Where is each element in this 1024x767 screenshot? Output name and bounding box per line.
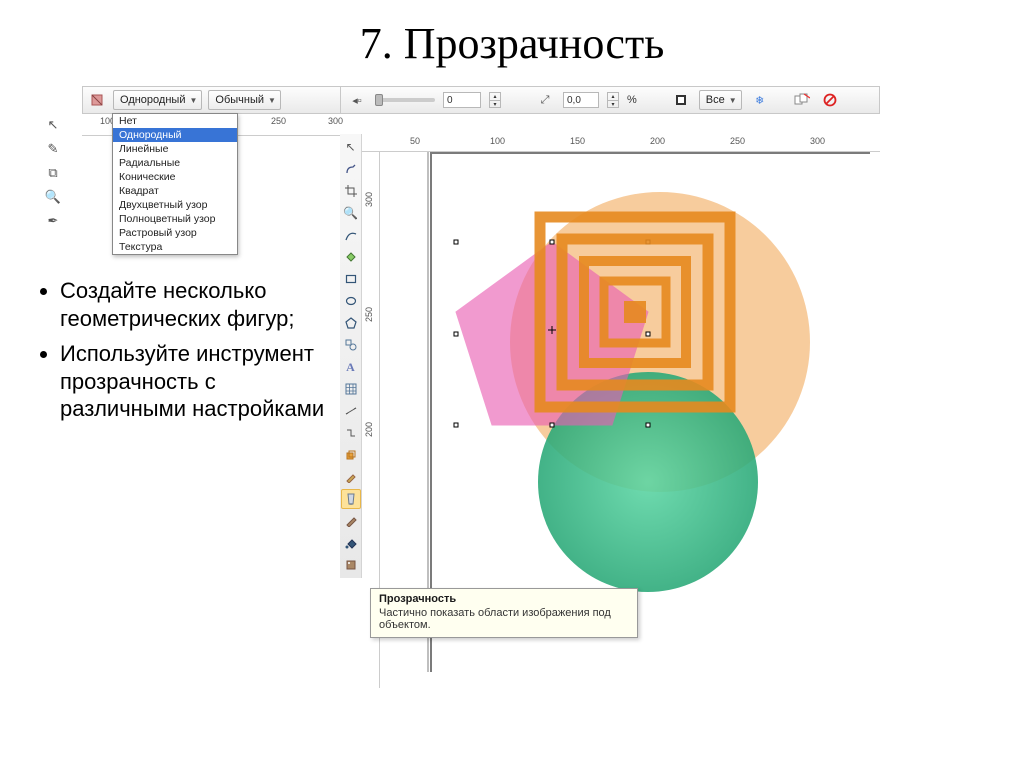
dropdown-label: Обычный (215, 94, 264, 106)
property-bar-right: ◂▫ 0 ▴▾ ⤢ 0,0 ▴▾ % Все ▼ ❄ (340, 86, 880, 114)
start-transparency-icon[interactable]: ◂▫ (347, 90, 367, 110)
polygon-icon[interactable] (341, 313, 361, 333)
ruler-horizontal: 50 100 150 200 250 300 (362, 134, 880, 152)
freehand-icon[interactable] (341, 225, 361, 245)
ellipse-icon[interactable] (341, 291, 361, 311)
coord-input[interactable]: 0,0 (563, 92, 599, 108)
pick-icon[interactable]: ↖ (341, 137, 361, 157)
transparency-type-dropdown[interactable]: Однородный ▼ (113, 90, 202, 110)
app-screenshot-top: Однородный ▼ Обычный ▼ Нет Однородный Ли… (82, 86, 342, 261)
dd-option-texture[interactable]: Текстура (113, 240, 237, 254)
apply-to-label: Все (706, 94, 725, 106)
rectangle-icon[interactable] (341, 269, 361, 289)
basic-shapes-icon[interactable] (341, 335, 361, 355)
dd-option-conical[interactable]: Конические (113, 170, 237, 184)
dd-option-square[interactable]: Квадрат (113, 184, 237, 198)
pick-icon[interactable]: ↖ (44, 116, 62, 134)
dd-option-none[interactable]: Нет (113, 114, 237, 128)
coord-spinner[interactable]: ▴▾ (607, 92, 619, 108)
dd-option-radial[interactable]: Радиальные (113, 156, 237, 170)
edit-transparency-icon[interactable] (87, 90, 107, 110)
chevron-down-icon: ▼ (729, 96, 737, 105)
crop-icon[interactable] (341, 181, 361, 201)
dd-option-linear[interactable]: Линейные (113, 142, 237, 156)
transparency-value[interactable]: 0 (443, 92, 481, 108)
property-bar: Однородный ▼ Обычный ▼ (82, 86, 342, 114)
effects-icon[interactable] (341, 445, 361, 465)
transparency-type-list: Нет Однородный Линейные Радиальные Конич… (112, 113, 238, 255)
text-tool-icon[interactable]: A (341, 357, 361, 377)
apply-to-dropdown[interactable]: Все ▼ (699, 90, 742, 110)
percent-label: % (627, 94, 637, 106)
toolbox: ↖ 🔍 A (340, 134, 362, 578)
transparency-mode-dropdown[interactable]: Обычный ▼ (208, 90, 281, 110)
shape-edit-icon[interactable]: ✎ (44, 140, 62, 158)
slider-thumb-icon[interactable] (375, 94, 383, 106)
slide-title: 7. Прозрачность (0, 0, 1024, 81)
tooltip-title: Прозрачность (379, 593, 629, 605)
outline-pen-icon[interactable] (341, 511, 361, 531)
shape-edit-icon[interactable] (341, 159, 361, 179)
freeze-icon[interactable]: ❄ (750, 90, 770, 110)
no-transparency-icon[interactable] (820, 90, 840, 110)
copy-props-icon[interactable] (792, 90, 812, 110)
fill-icon[interactable] (341, 533, 361, 553)
dd-option-bitmap[interactable]: Растровый узор (113, 226, 237, 240)
shape-artwork (380, 152, 880, 652)
freehand-icon[interactable]: ✒ (44, 212, 62, 230)
target-icon (671, 90, 691, 110)
bullet-2: Используйте инструмент прозрачность с ра… (60, 340, 330, 423)
table-icon[interactable] (341, 379, 361, 399)
app-screenshot-main: ↖ 🔍 A 50 100 150 200 250 300 300 250 200 (340, 128, 880, 688)
tooltip-body: Частично показать области изображения по… (379, 607, 629, 631)
transparency-tool-icon[interactable] (341, 489, 361, 509)
crop-icon[interactable]: ⧉ (44, 164, 62, 182)
tool-tooltip: Прозрачность Частично показать области и… (370, 588, 638, 638)
connector-icon[interactable] (341, 423, 361, 443)
zoom-icon[interactable]: 🔍 (341, 203, 361, 223)
smart-fill-icon[interactable] (341, 247, 361, 267)
transparency-slider[interactable] (375, 98, 435, 102)
chevron-down-icon: ▼ (268, 96, 276, 105)
eyedropper-icon[interactable] (341, 467, 361, 487)
chevron-down-icon: ▼ (189, 96, 197, 105)
dd-option-full-color[interactable]: Полноцветный узор (113, 212, 237, 226)
bullet-1: Создайте несколько геометрических фигур; (60, 277, 330, 332)
toolbox-left-1: ↖ ✎ ⧉ 🔍 ✒ (42, 116, 64, 230)
dd-option-uniform[interactable]: Однородный (113, 128, 237, 142)
dimension-icon[interactable] (341, 401, 361, 421)
zoom-icon[interactable]: 🔍 (44, 188, 62, 206)
value-spinner[interactable]: ▴▾ (489, 92, 501, 108)
coord-icon: ⤢ (535, 90, 555, 110)
dd-option-two-color[interactable]: Двухцветный узор (113, 198, 237, 212)
interactive-fill-icon[interactable] (341, 555, 361, 575)
dropdown-label: Однородный (120, 94, 185, 106)
